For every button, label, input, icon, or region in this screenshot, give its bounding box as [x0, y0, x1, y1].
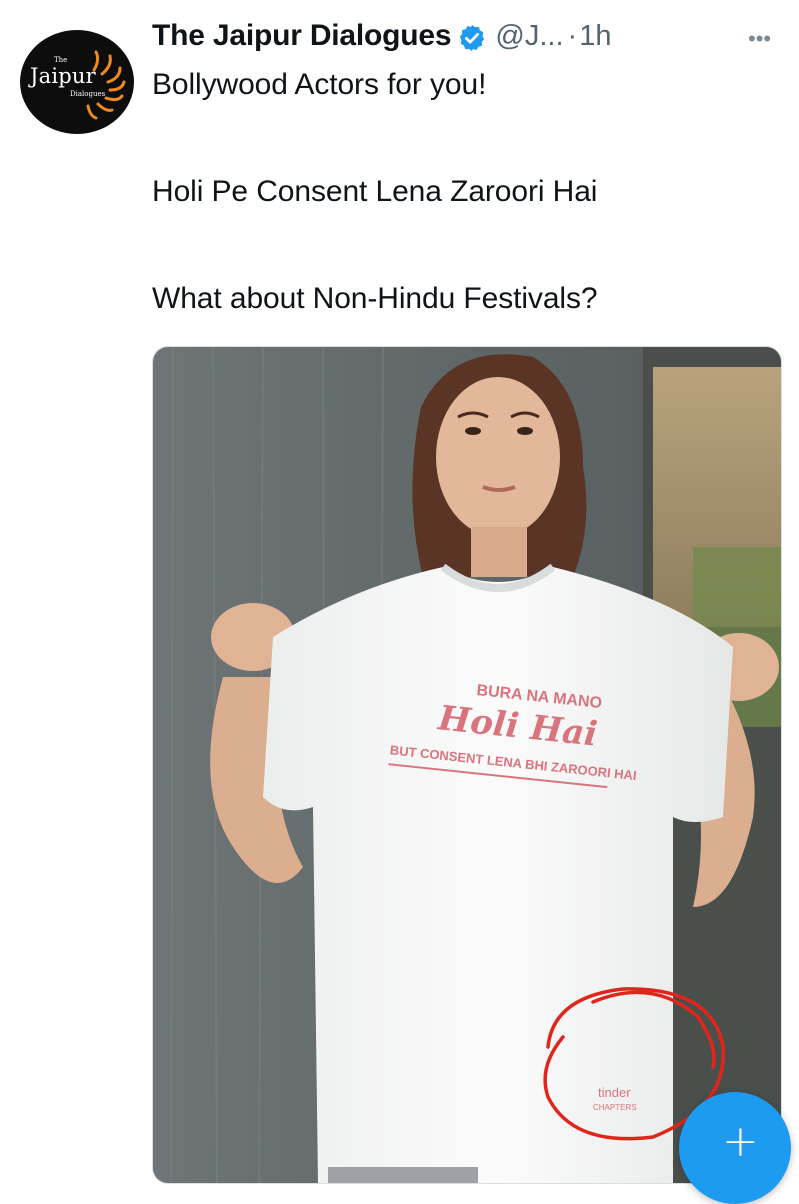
photo-illustration: BURA NA MANO Holi Hai BUT CONSENT LENA B…	[153, 347, 781, 1183]
timestamp[interactable]: 1h	[579, 20, 611, 53]
avatar-brand-main: Jaipur	[30, 64, 96, 88]
tweet-text-line: What about Non-Hindu Festivals?	[152, 282, 598, 315]
separator: ·	[567, 19, 578, 52]
tshirt-tag-line2: CHAPTERS	[593, 1103, 637, 1112]
tweet-text-line: Bollywood Actors for you!	[152, 68, 487, 101]
avatar[interactable]: The Jaipur Dialogues	[20, 30, 134, 134]
tweet-text-line: Holi Pe Consent Lena Zaroori Hai	[152, 175, 598, 208]
avatar-brand-small-bottom: Dialogues	[70, 90, 106, 98]
avatar-brand-small-top: The	[54, 56, 68, 64]
display-name[interactable]: The Jaipur Dialogues	[152, 19, 452, 53]
tshirt-tag-line1: tinder	[598, 1085, 631, 1100]
handle[interactable]: @J...	[495, 20, 563, 53]
more-icon[interactable]: •••	[748, 26, 771, 52]
verified-badge-icon	[460, 24, 485, 51]
plus-icon: +	[722, 1116, 759, 1167]
compose-button[interactable]: +	[679, 1092, 791, 1204]
tweet-media-photo[interactable]: BURA NA MANO Holi Hai BUT CONSENT LENA B…	[152, 346, 782, 1184]
tweet-header: The Jaipur Dialogues @J... · 1h	[152, 14, 611, 58]
